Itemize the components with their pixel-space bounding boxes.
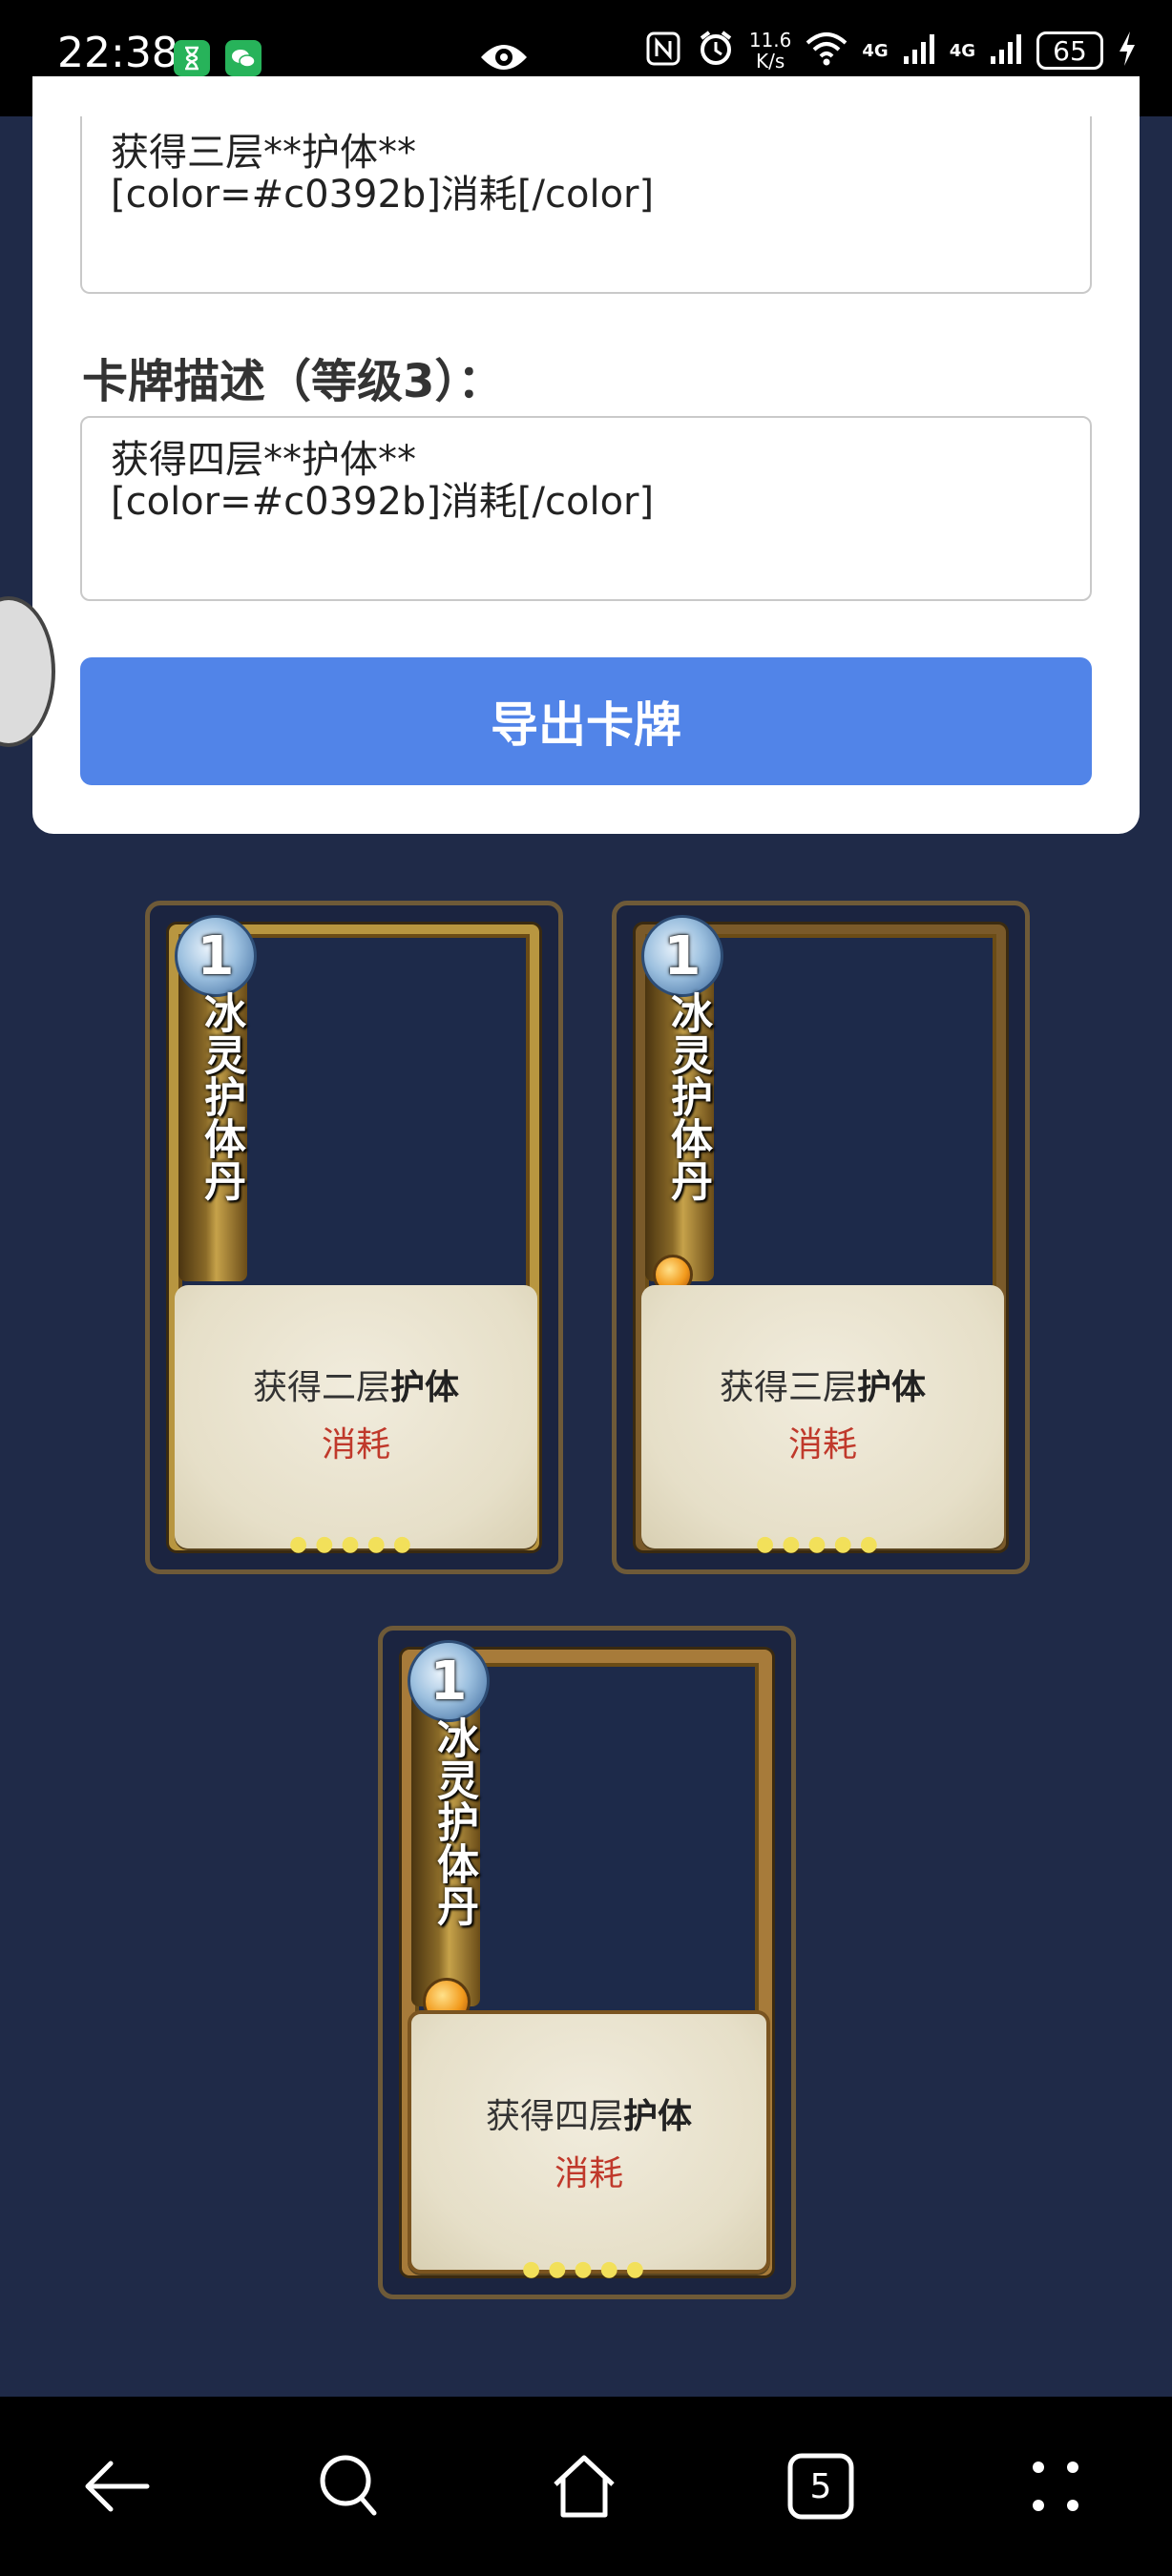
network-type-1: 4G bbox=[862, 40, 889, 61]
card-description: 获得四层护体 bbox=[485, 2097, 693, 2136]
card-consume-tag: 消耗 bbox=[787, 1425, 857, 1465]
status-time: 22:38 bbox=[57, 29, 178, 77]
back-icon[interactable] bbox=[80, 2450, 153, 2526]
signal-icon bbox=[902, 31, 936, 70]
card-name: 冰灵护体丹 bbox=[663, 991, 712, 1201]
tabs-count: 5 bbox=[809, 2466, 832, 2506]
battery-icon: 65 bbox=[1036, 31, 1103, 70]
card-rarity-dots: ●●●●● bbox=[289, 1532, 419, 1556]
card-name: 冰灵护体丹 bbox=[429, 1716, 478, 1926]
home-icon[interactable] bbox=[548, 2450, 620, 2526]
card-description: 获得二层护体 bbox=[252, 1368, 460, 1407]
mana-cost-icon: 1 bbox=[175, 915, 257, 997]
signal-icon bbox=[989, 31, 1023, 70]
card-preview-level2: 1 冰灵护体丹 获得三层护体 消耗 ●●●●● bbox=[612, 901, 1030, 1574]
eye-icon bbox=[477, 36, 531, 82]
charging-icon bbox=[1117, 30, 1138, 72]
menu-icon[interactable] bbox=[1019, 2450, 1092, 2526]
card-description: 获得三层护体 bbox=[719, 1368, 927, 1407]
alarm-icon bbox=[696, 29, 736, 73]
nfc-icon bbox=[644, 30, 682, 72]
card-description-box: 获得四层护体 消耗 bbox=[408, 2010, 770, 2274]
card-description-box: 获得三层护体 消耗 bbox=[641, 1285, 1004, 1548]
mana-cost-icon: 1 bbox=[408, 1640, 490, 1722]
hourglass-icon bbox=[174, 40, 210, 76]
card-consume-tag: 消耗 bbox=[554, 2154, 623, 2193]
card-preview-level3: 1 冰灵护体丹 获得四层护体 消耗 ●●●●● bbox=[378, 1626, 796, 2299]
mana-cost-icon: 1 bbox=[641, 915, 723, 997]
desc-level3-textarea[interactable]: 获得四层**护体** [color=#c0392b]消耗[/color] bbox=[80, 416, 1092, 601]
wechat-icon bbox=[225, 40, 262, 76]
export-card-button[interactable]: 导出卡牌 bbox=[80, 657, 1092, 785]
network-speed: 11.6 K/s bbox=[748, 29, 792, 73]
navigation-bar: 5 bbox=[0, 2397, 1172, 2576]
card-description-box: 获得二层护体 消耗 bbox=[175, 1285, 537, 1548]
card-preview-level1: 1 冰灵护体丹 获得二层护体 消耗 ●●●●● bbox=[145, 901, 563, 1574]
desc-level3-label: 卡牌描述（等级3）： bbox=[82, 355, 504, 408]
card-rarity-dots: ●●●●● bbox=[756, 1532, 886, 1556]
card-consume-tag: 消耗 bbox=[321, 1425, 390, 1465]
search-icon[interactable] bbox=[313, 2450, 386, 2526]
desc-level2-textarea[interactable]: 获得三层**护体** [color=#c0392b]消耗[/color] bbox=[80, 116, 1092, 294]
tabs-icon[interactable]: 5 bbox=[785, 2450, 857, 2526]
card-rarity-dots: ●●●●● bbox=[522, 2257, 652, 2281]
network-type-2: 4G bbox=[949, 40, 975, 61]
wifi-icon bbox=[805, 30, 848, 72]
card-name: 冰灵护体丹 bbox=[197, 991, 245, 1201]
status-indicators: 11.6 K/s 4G 4G 65 bbox=[644, 29, 1138, 73]
